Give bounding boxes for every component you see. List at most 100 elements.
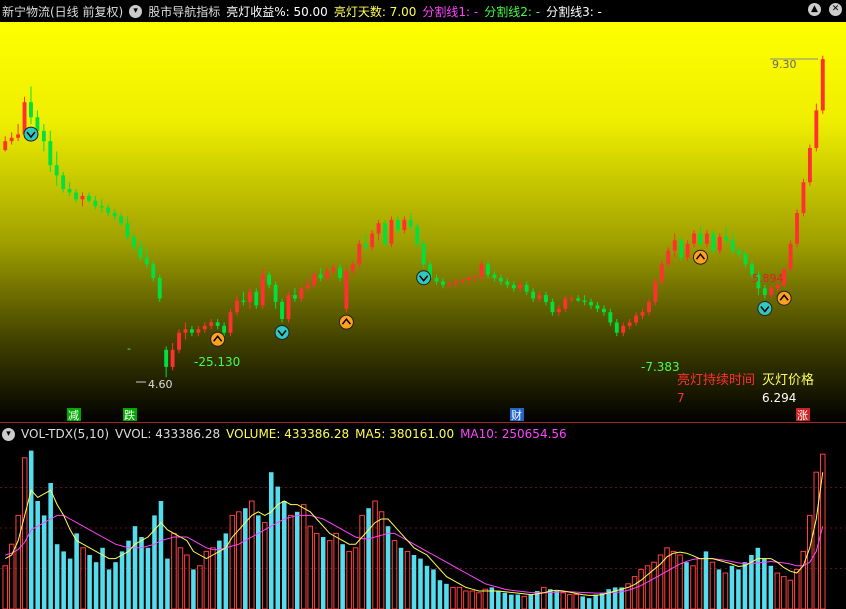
volume-bar [729, 565, 735, 609]
marker-zhang: 涨 [797, 409, 808, 422]
candle-body [737, 250, 742, 255]
candle [415, 223, 420, 248]
volume-bar [87, 555, 92, 609]
candle [801, 178, 806, 217]
volume-bar [631, 576, 638, 609]
candle-body [795, 213, 799, 244]
volume-bar [456, 586, 463, 609]
volume-bar [644, 565, 651, 609]
candle-body [659, 264, 664, 282]
candle-body [524, 284, 529, 292]
candlestick-panel[interactable]: 9.30 4.60 - -25.130 -7.383 5.894 亮灯持续时间 … [0, 22, 846, 422]
volume-bar [352, 547, 359, 609]
candle-body [3, 141, 8, 151]
candle [595, 301, 600, 313]
volume-indicator-name[interactable]: VOL-TDX(5,10) [21, 427, 109, 441]
volume-bar [210, 547, 216, 609]
candle [608, 308, 613, 326]
candle-body [67, 189, 72, 193]
candle-body [9, 137, 14, 142]
candle-body [305, 284, 310, 289]
candle-body [292, 295, 297, 299]
sell-signal-icon [274, 324, 290, 340]
volume-bar [463, 590, 469, 609]
candle-body [183, 329, 188, 333]
candle-body [563, 298, 568, 309]
volume-label: VOLUME: 433386.28 [226, 427, 350, 441]
candle-body [86, 195, 91, 201]
candle-body [801, 182, 806, 213]
close-icon[interactable]: ✕ [829, 3, 842, 16]
candle [518, 281, 523, 292]
volume-bar [619, 587, 624, 609]
signal-circle [692, 249, 708, 265]
candle [441, 277, 445, 289]
buy-signal-icon [210, 331, 226, 347]
minimize-icon[interactable]: ▲ [808, 3, 821, 16]
candle [196, 325, 201, 337]
candle [318, 267, 323, 282]
candle-body [228, 312, 233, 333]
candle-body [74, 192, 78, 200]
candle-body [685, 243, 690, 258]
candle-body [466, 277, 471, 281]
duration-title: 亮灯持续时间 [677, 372, 755, 388]
candle [672, 233, 677, 258]
volume-bar [359, 514, 365, 609]
candle [556, 305, 561, 316]
candle-body [498, 277, 503, 282]
volume-bar [709, 561, 716, 609]
candle-body [93, 200, 98, 207]
volume-bar [580, 596, 585, 609]
candle [16, 124, 21, 142]
indicator-name[interactable]: 股市导航指标 [148, 3, 220, 20]
volume-panel[interactable] [0, 445, 846, 609]
candle-body [460, 280, 465, 282]
candle-body [299, 288, 304, 299]
volume-bar [437, 580, 443, 609]
candle-body [331, 267, 336, 272]
volume-dropdown-icon[interactable]: ▾ [2, 427, 15, 441]
candle-body [177, 332, 181, 350]
candle [698, 226, 703, 248]
candle-body [453, 281, 458, 284]
volume-bar [593, 594, 598, 609]
buy-signal-icon [776, 290, 792, 306]
volume-bar [774, 572, 781, 609]
candle [292, 288, 297, 302]
volume-bar [100, 547, 105, 609]
sell-signal-icon [416, 270, 432, 286]
candle-body [730, 240, 735, 251]
candle [601, 305, 606, 316]
indicator-dropdown-icon[interactable]: ▾ [129, 4, 143, 18]
volume-bar [80, 547, 86, 609]
candle-body [383, 223, 387, 244]
volume-bar [366, 508, 371, 609]
candle [280, 298, 284, 323]
candle [447, 281, 452, 289]
volume-bar [418, 558, 423, 609]
volume-bar [67, 558, 73, 609]
candle [286, 291, 291, 323]
volume-bar [61, 551, 66, 609]
low-label: 4.60 [148, 378, 173, 391]
candle [54, 151, 59, 186]
candle [434, 274, 439, 285]
marker-cai: 财 [511, 408, 522, 422]
candle [209, 319, 214, 330]
sell-signal-icon [23, 126, 39, 142]
volume-bar [509, 594, 514, 609]
stock-title[interactable]: 新宁物流(日线 前复权) [2, 3, 123, 20]
candle [189, 325, 194, 337]
candle [395, 216, 400, 234]
sell-price-label: 5.894 [752, 272, 784, 285]
candle-body [247, 291, 252, 302]
volume-bar [444, 583, 449, 609]
candle [235, 295, 239, 316]
volume-bar [794, 568, 800, 609]
candle-body [151, 264, 156, 278]
candle [582, 295, 587, 306]
candle [305, 277, 310, 292]
pct-label-2: -7.383 [641, 360, 680, 374]
candle-body [434, 277, 439, 282]
